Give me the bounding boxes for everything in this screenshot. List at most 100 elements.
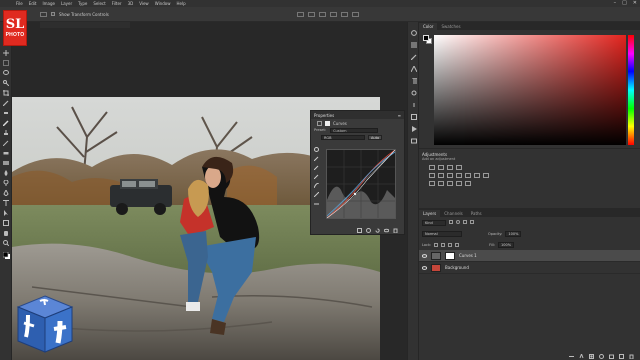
tab-layers[interactable]: Layers: [419, 210, 441, 217]
info-icon[interactable]: [411, 102, 417, 107]
hand-tool-icon[interactable]: [3, 230, 9, 236]
close-button[interactable]: ✕: [633, 0, 637, 7]
delete-icon[interactable]: [393, 228, 398, 233]
dodge-tool-icon[interactable]: [3, 180, 9, 186]
view-previous-icon[interactable]: [366, 227, 371, 233]
properties-title-bar[interactable]: Properties ≡: [311, 111, 404, 119]
healing-brush-tool-icon[interactable]: [3, 110, 9, 115]
eraser-tool-icon[interactable]: [3, 150, 9, 155]
auto-button[interactable]: Auto: [368, 134, 383, 140]
color-field[interactable]: [434, 35, 626, 145]
3d-mode-icon[interactable]: [351, 11, 359, 17]
visibility-icon[interactable]: [383, 228, 390, 233]
layer-row-curves[interactable]: Curves 1: [419, 250, 640, 262]
add-mask-icon[interactable]: [589, 353, 594, 359]
zoom-tool-icon[interactable]: [3, 240, 9, 246]
opacity-input[interactable]: 100%: [505, 230, 522, 237]
pen-tool-icon[interactable]: [3, 190, 9, 196]
move-tool-icon[interactable]: [3, 50, 9, 56]
path-select-tool-icon[interactable]: [3, 210, 9, 216]
layer-row-background[interactable]: Background: [419, 262, 640, 274]
document-tab[interactable]: [40, 22, 130, 28]
layer-name[interactable]: Background: [445, 265, 469, 270]
align-right-icon[interactable]: [318, 11, 326, 17]
brush-tool-icon[interactable]: [3, 120, 9, 126]
channel-mixer-icon[interactable]: [474, 172, 480, 178]
visibility-eye-icon[interactable]: [422, 253, 427, 258]
layer-name[interactable]: Curves 1: [459, 253, 477, 258]
layer-kind-dropdown[interactable]: Kind: [422, 219, 446, 226]
lock-pixels-icon[interactable]: [441, 242, 446, 247]
blend-mode-dropdown[interactable]: Normal: [422, 230, 462, 237]
layer-mask-thumb[interactable]: [445, 251, 455, 260]
quick-select-tool-icon[interactable]: [3, 80, 9, 86]
character-icon[interactable]: [410, 64, 418, 73]
menu-image[interactable]: Image: [42, 0, 55, 7]
delete-layer-icon[interactable]: [629, 354, 634, 359]
menu-file[interactable]: File: [16, 0, 23, 7]
layer-style-icon[interactable]: [579, 352, 584, 359]
curve-draw-icon[interactable]: [313, 191, 320, 198]
hue-slider[interactable]: [628, 35, 634, 145]
menu-window[interactable]: Window: [155, 0, 171, 7]
filter-adjustment-icon[interactable]: [456, 220, 460, 224]
panel-menu-icon[interactable]: ≡: [398, 113, 401, 118]
mask-icon[interactable]: [325, 120, 330, 126]
distribute-vertical-icon[interactable]: [340, 11, 348, 17]
link-layers-icon[interactable]: [569, 354, 574, 359]
layer-filter-icons[interactable]: [449, 220, 489, 225]
curves-graph[interactable]: [326, 149, 396, 219]
threshold-icon[interactable]: [447, 180, 453, 186]
distribute-icon[interactable]: [329, 11, 337, 17]
menu-help[interactable]: Help: [176, 0, 185, 7]
clone-stamp-tool-icon[interactable]: [3, 130, 9, 135]
lock-position-icon[interactable]: [448, 242, 453, 247]
marquee-tool-icon[interactable]: [3, 60, 9, 66]
selective-color-icon[interactable]: [465, 180, 471, 186]
exposure-icon[interactable]: [456, 164, 462, 170]
lock-transparent-icon[interactable]: [434, 242, 439, 247]
eyedropper-black-icon[interactable]: [313, 156, 319, 162]
layer-comps-icon[interactable]: [411, 138, 417, 144]
reset-icon[interactable]: [375, 228, 380, 233]
color-lookup-icon[interactable]: [483, 172, 489, 178]
preset-dropdown[interactable]: Custom: [330, 127, 379, 133]
filter-pixel-icon[interactable]: [449, 220, 453, 224]
menu-filter[interactable]: Filter: [112, 0, 122, 7]
smooth-curve-icon[interactable]: [314, 201, 319, 206]
eyedropper-gray-icon[interactable]: [313, 165, 319, 171]
menu-edit[interactable]: Edit: [29, 0, 37, 7]
posterize-icon[interactable]: [438, 180, 444, 186]
filter-shape-icon[interactable]: [470, 220, 474, 224]
menu-view[interactable]: View: [139, 0, 149, 7]
maximize-button[interactable]: □: [622, 0, 627, 7]
properties-icon[interactable]: [411, 42, 417, 48]
hue-saturation-icon[interactable]: [438, 172, 444, 178]
tab-color[interactable]: Color: [419, 23, 438, 30]
show-transform-checkbox[interactable]: [51, 12, 55, 16]
new-group-icon[interactable]: [609, 354, 614, 359]
menu-select[interactable]: Select: [93, 0, 105, 7]
tool-preset-icon[interactable]: [40, 11, 47, 17]
align-center-icon[interactable]: [307, 11, 315, 17]
crop-tool-icon[interactable]: [3, 90, 9, 96]
gradient-map-icon[interactable]: [456, 180, 462, 186]
tab-paths[interactable]: Paths: [467, 210, 486, 217]
minimize-button[interactable]: –: [614, 0, 617, 7]
visibility-eye-icon[interactable]: [422, 265, 427, 270]
new-layer-icon[interactable]: [619, 353, 624, 359]
curves-icon[interactable]: [447, 164, 453, 170]
eyedropper-tool-icon[interactable]: [3, 100, 9, 106]
tab-channels[interactable]: Channels: [440, 210, 467, 217]
foreground-color-swatch[interactable]: [423, 35, 429, 41]
tab-swatches[interactable]: Swatches: [437, 23, 464, 30]
menu-type[interactable]: Type: [78, 0, 87, 7]
history-brush-tool-icon[interactable]: [3, 140, 9, 146]
paragraph-icon[interactable]: [411, 77, 417, 84]
lasso-tool-icon[interactable]: [3, 70, 9, 75]
blur-tool-icon[interactable]: [3, 170, 9, 176]
photo-filter-icon[interactable]: [465, 172, 471, 178]
foreground-background-swatch-icon[interactable]: [3, 252, 10, 259]
eyedropper-white-icon[interactable]: [313, 174, 319, 180]
menu-layer[interactable]: Layer: [61, 0, 72, 7]
